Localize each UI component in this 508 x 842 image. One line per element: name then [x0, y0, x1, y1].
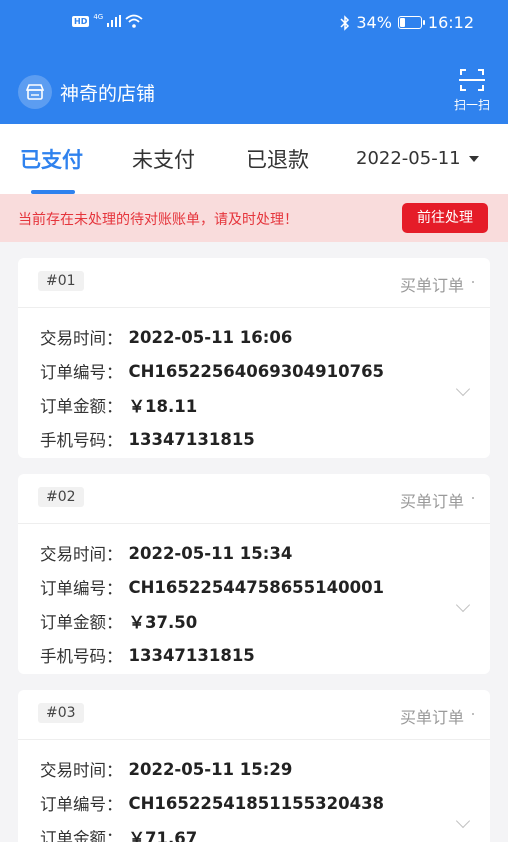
bluetooth-icon: [340, 14, 350, 31]
scan-button[interactable]: 扫一扫: [454, 66, 490, 113]
order-number-badge: #03: [38, 703, 84, 723]
tab-unpaid[interactable]: 未支付: [132, 144, 195, 174]
order-card[interactable]: #02 买单订单 交易时间： 2022-05-11 15:34 订单编号： CH16…: [18, 474, 490, 674]
order-status-tabs: 已支付 未支付 已退款 2022-05-11: [0, 124, 508, 194]
network-type: 4G: [93, 13, 104, 21]
order-number-badge: #01: [38, 271, 84, 291]
order-field-amount: 订单金额： ￥18.11: [40, 397, 198, 416]
store-title: 神奇的店铺: [18, 75, 155, 109]
app-header: HD 4G 34% 16:12 神奇的店铺 扫一扫: [0, 0, 508, 124]
scan-icon: [458, 69, 485, 91]
order-type: 买单订单: [399, 492, 464, 511]
more-dot-icon: [472, 281, 474, 283]
clock: 16:12: [427, 13, 474, 32]
scan-label: 扫一扫: [453, 98, 490, 112]
order-type: 买单订单: [399, 276, 464, 295]
order-field-time: 交易时间： 2022-05-11 16:06: [40, 327, 293, 349]
store-name: 神奇的店铺: [60, 82, 156, 105]
status-bar: HD 4G 34% 16:12: [0, 0, 508, 46]
tab-refunded[interactable]: 已退款: [246, 144, 309, 174]
order-field-id: 订单编号： CH16522544758655140001: [40, 577, 385, 599]
order-card[interactable]: #01 买单订单 交易时间： 2022-05-11 16:06 订单编号： CH16…: [18, 258, 490, 458]
signal-icon: [107, 15, 122, 27]
alert-message: 当前存在未处理的待对账账单，请及时处理！: [18, 212, 298, 228]
wifi-icon: [125, 14, 143, 28]
order-card[interactable]: #03 买单订单 交易时间： 2022-05-11 15:29 订单编号： CH16…: [18, 690, 490, 842]
more-dot-icon: [472, 713, 474, 715]
date-filter-value: 2022-05-11: [356, 148, 461, 169]
hd-badge: HD: [72, 15, 90, 27]
order-field-phone: 手机号码： 13347131815: [40, 645, 255, 667]
order-field-time: 交易时间： 2022-05-11 15:29: [40, 759, 293, 781]
order-number-badge: #02: [38, 487, 84, 507]
order-type: 买单订单: [399, 708, 464, 727]
order-field-id: 订单编号： CH16522541851155320438: [40, 793, 385, 815]
order-field-amount: 订单金额： ￥37.50: [40, 613, 198, 632]
order-field-amount: 订单金额： ￥71.67: [40, 829, 198, 842]
caret-down-icon: [468, 155, 479, 162]
store-icon: [18, 75, 52, 109]
battery-percent: 34%: [356, 13, 392, 32]
pending-reconciliation-alert: 当前存在未处理的待对账账单，请及时处理！ 前往处理: [0, 194, 508, 242]
tab-paid[interactable]: 已支付: [20, 144, 83, 174]
order-field-id: 订单编号： CH16522564069304910765: [40, 361, 385, 383]
more-dot-icon: [472, 497, 474, 499]
date-filter[interactable]: 2022-05-11: [356, 148, 479, 169]
battery-icon: [397, 16, 425, 29]
go-process-button[interactable]: 前往处理: [402, 203, 488, 233]
order-field-phone: 手机号码： 13347131815: [40, 429, 255, 451]
order-field-time: 交易时间： 2022-05-11 15:34: [40, 543, 293, 565]
